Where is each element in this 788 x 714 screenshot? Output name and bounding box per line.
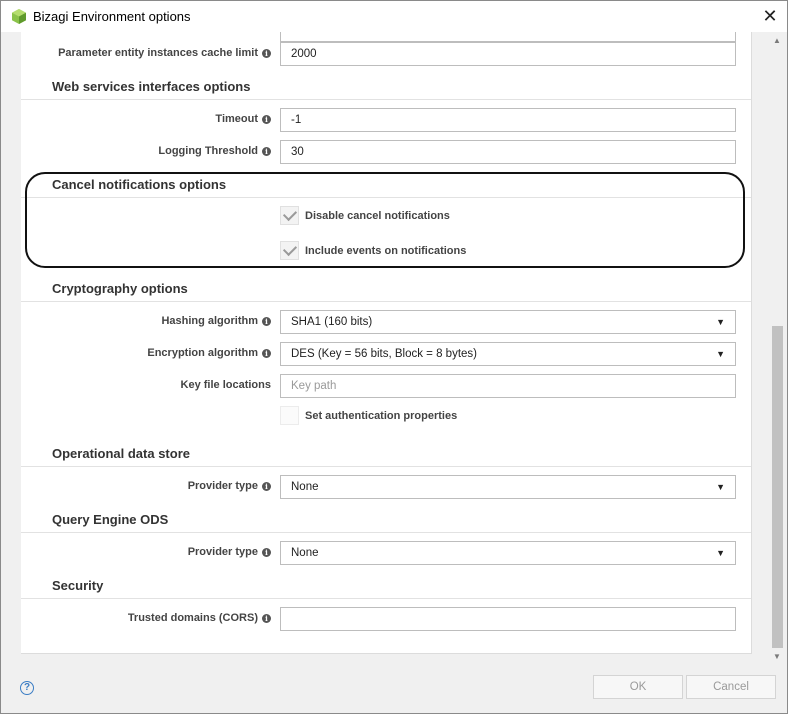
logging-threshold-row: Logging Threshold i 30 xyxy=(21,140,751,164)
query-engine-provider-label: Provider type i xyxy=(188,546,271,558)
dialog-footer: ? OK Cancel xyxy=(1,663,787,713)
section-title: Cancel notifications options xyxy=(52,177,227,192)
ods-provider-row: Provider type i None ▼ xyxy=(21,475,751,499)
options-content-panel[interactable]: Parameter entity instances cache limit i… xyxy=(21,32,752,654)
bizagi-logo-icon xyxy=(12,9,26,24)
section-title: Query Engine ODS xyxy=(52,512,169,527)
trusted-domains-input[interactable] xyxy=(280,607,736,631)
cache-limit-label: Parameter entity instances cache limit i xyxy=(58,47,271,59)
key-path-input[interactable]: Key path xyxy=(280,374,736,398)
close-icon: ✕ xyxy=(762,5,778,26)
disable-cancel-notifications-option[interactable]: Disable cancel notifications xyxy=(280,206,450,225)
set-authentication-checkbox[interactable] xyxy=(280,406,299,425)
include-events-option[interactable]: Include events on notifications xyxy=(280,241,466,260)
environment-options-window: Bizagi Environment options ✕ Parameter e… xyxy=(0,0,788,714)
section-title: Operational data store xyxy=(52,446,190,461)
vertical-scrollbar[interactable]: ▲ ▼ xyxy=(769,32,787,663)
scroll-up-arrow-icon[interactable]: ▲ xyxy=(773,36,781,45)
timeout-input[interactable]: -1 xyxy=(280,108,736,132)
cache-limit-row: Parameter entity instances cache limit i… xyxy=(21,42,751,66)
scroll-down-arrow-icon[interactable]: ▼ xyxy=(773,652,781,661)
chevron-down-icon: ▼ xyxy=(716,349,725,359)
checkbox-label: Disable cancel notifications xyxy=(305,209,450,222)
encryption-algorithm-select[interactable]: DES (Key = 56 bits, Block = 8 bytes) ▼ xyxy=(280,342,736,366)
section-title: Web services interfaces options xyxy=(52,79,251,94)
query-engine-provider-select[interactable]: None ▼ xyxy=(280,541,736,565)
encryption-algorithm-row: Encryption algorithm i DES (Key = 56 bit… xyxy=(21,342,751,366)
section-title: Security xyxy=(52,578,104,593)
timeout-label: Timeout i xyxy=(215,113,271,125)
ods-provider-select[interactable]: None ▼ xyxy=(280,475,736,499)
chevron-down-icon: ▼ xyxy=(716,317,725,327)
trusted-domains-label: Trusted domains (CORS) i xyxy=(128,612,271,624)
logging-threshold-label: Logging Threshold i xyxy=(158,145,271,157)
ods-provider-label: Provider type i xyxy=(188,480,271,492)
ods-section-header: Operational data store xyxy=(21,440,751,467)
query-engine-section-header: Query Engine ODS xyxy=(21,506,751,533)
clipped-top-field[interactable] xyxy=(280,32,736,42)
chevron-down-icon: ▼ xyxy=(716,482,725,492)
set-authentication-option[interactable]: Set authentication properties xyxy=(280,406,457,425)
info-icon[interactable]: i xyxy=(262,48,271,58)
security-section-header: Security xyxy=(21,572,751,599)
checkbox-label: Include events on notifications xyxy=(305,244,467,257)
checkbox-label: Set authentication properties xyxy=(305,409,458,422)
include-events-checkbox[interactable] xyxy=(280,241,299,260)
info-icon[interactable]: i xyxy=(262,146,271,156)
scrollbar-thumb[interactable] xyxy=(772,326,783,648)
info-icon[interactable]: i xyxy=(262,547,271,557)
info-icon[interactable]: i xyxy=(262,316,271,326)
hashing-algorithm-row: Hashing algorithm i SHA1 (160 bits) ▼ xyxy=(21,310,751,334)
hashing-algorithm-label: Hashing algorithm i xyxy=(161,315,271,327)
query-engine-provider-row: Provider type i None ▼ xyxy=(21,541,751,565)
info-icon[interactable]: i xyxy=(262,481,271,491)
info-icon[interactable]: i xyxy=(262,348,271,358)
encryption-algorithm-label: Encryption algorithm i xyxy=(147,347,271,359)
close-button[interactable]: ✕ xyxy=(759,5,781,27)
trusted-domains-row: Trusted domains (CORS) i xyxy=(21,607,751,631)
key-file-label: Key file locations xyxy=(180,379,271,391)
timeout-row: Timeout i -1 xyxy=(21,108,751,132)
info-icon[interactable]: i xyxy=(262,613,271,623)
cancel-notifications-section-header: Cancel notifications options xyxy=(21,171,751,198)
title-bar: Bizagi Environment options ✕ xyxy=(1,1,787,32)
web-services-section-header: Web services interfaces options xyxy=(21,73,751,100)
cache-limit-input[interactable]: 2000 xyxy=(280,42,736,66)
section-title: Cryptography options xyxy=(52,281,188,296)
cryptography-section-header: Cryptography options xyxy=(21,275,751,302)
ok-button[interactable]: OK xyxy=(593,675,683,699)
key-file-row: Key file locations Key path xyxy=(21,374,751,398)
chevron-down-icon: ▼ xyxy=(716,548,725,558)
window-title: Bizagi Environment options xyxy=(33,9,191,24)
info-icon[interactable]: i xyxy=(262,114,271,124)
disable-cancel-notifications-checkbox[interactable] xyxy=(280,206,299,225)
hashing-algorithm-select[interactable]: SHA1 (160 bits) ▼ xyxy=(280,310,736,334)
help-icon[interactable]: ? xyxy=(20,681,34,695)
cancel-button[interactable]: Cancel xyxy=(686,675,776,699)
logging-threshold-input[interactable]: 30 xyxy=(280,140,736,164)
